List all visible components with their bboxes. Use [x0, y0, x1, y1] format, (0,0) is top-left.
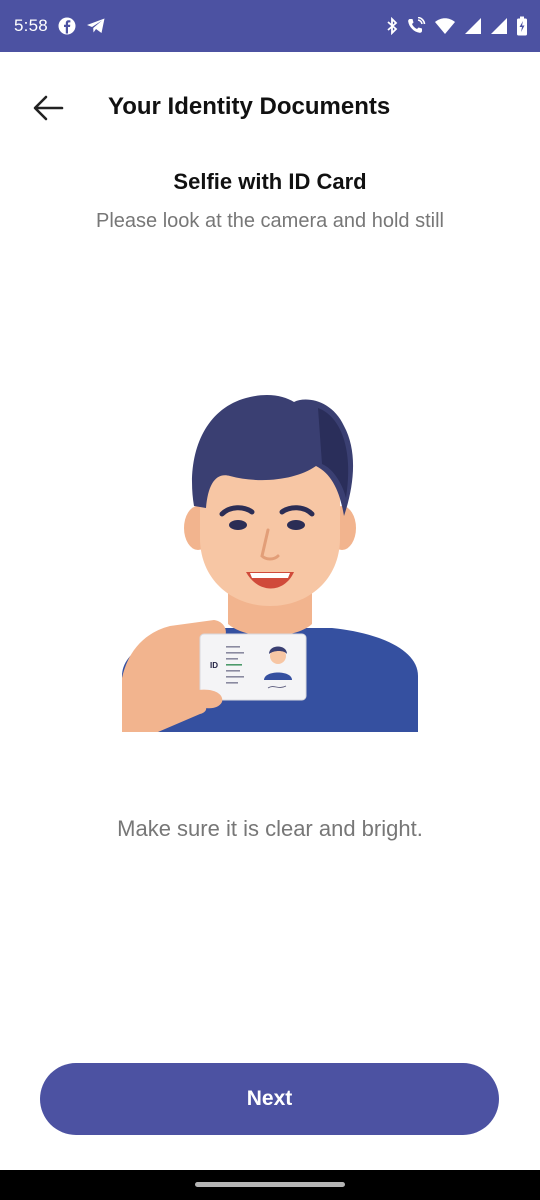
status-right [386, 16, 528, 36]
arrow-left-icon [32, 95, 64, 121]
app-header: Your Identity Documents [0, 52, 540, 162]
home-indicator[interactable] [195, 1182, 345, 1187]
section-subtitle: Please look at the camera and hold still [96, 210, 444, 232]
section-title: Selfie with ID Card [173, 169, 367, 194]
signal-icon [490, 17, 508, 35]
selfie-with-id-card-illustration: ID [118, 388, 422, 738]
next-button[interactable]: Next [40, 1063, 499, 1135]
navigation-bar [0, 1170, 540, 1200]
telegram-icon [86, 17, 106, 35]
wifi-icon [434, 17, 456, 35]
status-left: 5:58 [14, 16, 106, 36]
signal-icon [464, 17, 482, 35]
page-title: Your Identity Documents [108, 93, 391, 120]
id-card-badge: ID [210, 661, 218, 670]
status-bar: 5:58 [0, 0, 540, 52]
battery-charging-icon [516, 16, 528, 36]
status-time: 5:58 [14, 16, 48, 35]
back-button[interactable] [26, 90, 70, 126]
wifi-calling-icon [406, 17, 426, 35]
hint-text: Make sure it is clear and bright. [117, 816, 423, 841]
bluetooth-icon [386, 17, 398, 35]
facebook-icon [58, 17, 76, 35]
